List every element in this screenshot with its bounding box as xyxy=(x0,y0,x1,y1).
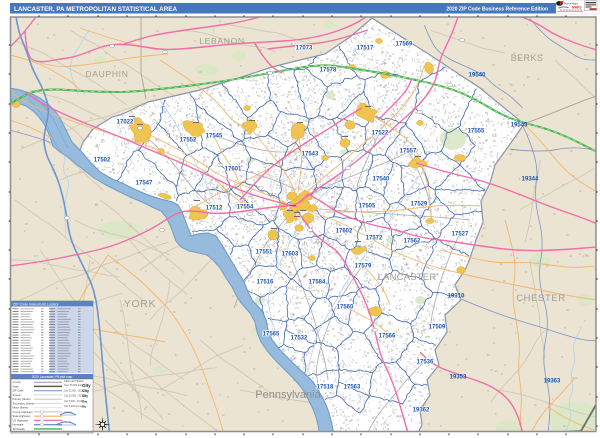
svg-text:17545: 17545 xyxy=(206,133,223,139)
svg-text:City: City xyxy=(82,394,88,398)
svg-text:LEBANON: LEBANON xyxy=(199,36,245,46)
svg-text:17073: 17073 xyxy=(296,45,313,51)
svg-text:State: State xyxy=(13,384,20,388)
svg-text:17502: 17502 xyxy=(94,157,111,163)
svg-text:Overpass: Overpass xyxy=(64,412,73,414)
svg-text:17579: 17579 xyxy=(355,263,372,269)
svg-text:17569: 17569 xyxy=(396,41,413,47)
svg-text:19543: 19543 xyxy=(511,122,528,128)
svg-text:BERKS: BERKS xyxy=(511,53,544,63)
svg-text:17572: 17572 xyxy=(366,235,383,241)
svg-text:19540: 19540 xyxy=(469,72,486,78)
svg-text:19362: 19362 xyxy=(413,407,430,413)
svg-text:17540: 17540 xyxy=(373,176,390,182)
svg-text:2020 Lancaster, PA plot map: 2020 Lancaster, PA plot map xyxy=(32,375,73,379)
svg-text:State Highways: State Highways xyxy=(13,414,32,418)
svg-text:MAPS: MAPS xyxy=(572,5,582,9)
svg-text:Secondary Streets: Secondary Streets xyxy=(13,401,35,405)
svg-text:17509: 17509 xyxy=(429,324,446,330)
svg-text:Underpass: Underpass xyxy=(61,421,71,423)
svg-text:17557: 17557 xyxy=(400,148,417,154)
svg-text:YORK: YORK xyxy=(124,298,156,310)
svg-text:Primary Streets: Primary Streets xyxy=(13,397,32,401)
svg-text:LANCASTER, PA METROPOLITAN STA: LANCASTER, PA METROPOLITAN STATISTICAL A… xyxy=(14,6,177,13)
svg-text:City: City xyxy=(82,383,91,388)
svg-text:Minor Streets: Minor Streets xyxy=(13,406,29,410)
svg-text:ZIP Code Index/Grid Locator: ZIP Code Index/Grid Locator xyxy=(13,302,59,306)
svg-text:17566: 17566 xyxy=(379,333,396,339)
svg-text:LANCASTER: LANCASTER xyxy=(378,272,437,283)
svg-text:City: City xyxy=(82,399,88,403)
svg-text:19353: 19353 xyxy=(450,374,467,380)
svg-text:19344: 19344 xyxy=(522,176,539,182)
svg-text:17555: 17555 xyxy=(468,128,485,134)
svg-text:17602: 17602 xyxy=(336,228,353,234)
svg-text:City: City xyxy=(82,389,90,393)
svg-text:17536: 17536 xyxy=(417,359,434,365)
svg-text:19310: 19310 xyxy=(448,293,465,299)
svg-text:17517: 17517 xyxy=(357,45,374,51)
svg-text:17603: 17603 xyxy=(282,251,299,257)
svg-text:17560: 17560 xyxy=(337,304,354,310)
svg-text:Toll Roads: Toll Roads xyxy=(13,427,26,431)
svg-text:17547: 17547 xyxy=(136,180,153,186)
svg-text:17551: 17551 xyxy=(256,249,273,255)
svg-text:County Highways: County Highways xyxy=(13,410,34,414)
svg-text:17578: 17578 xyxy=(320,67,337,73)
svg-text:17522: 17522 xyxy=(372,130,389,136)
svg-text:ZIP Code: ZIP Code xyxy=(13,389,24,393)
svg-text:17565: 17565 xyxy=(263,331,280,337)
svg-text:CHESTER: CHESTER xyxy=(516,293,566,304)
svg-text:17527: 17527 xyxy=(452,231,469,237)
svg-text:2020 ZIP Code Business Referen: 2020 ZIP Code Business Reference Edition xyxy=(446,7,548,13)
svg-text:17529: 17529 xyxy=(411,201,428,207)
svg-text:Pennsylvania: Pennsylvania xyxy=(255,389,321,401)
svg-text:17563: 17563 xyxy=(344,384,361,390)
svg-text:17584: 17584 xyxy=(309,279,326,285)
svg-text:DAUPHIN: DAUPHIN xyxy=(85,69,128,79)
svg-text:County: County xyxy=(13,380,22,384)
svg-text:Interstate: Interstate xyxy=(13,423,24,427)
svg-text:17552: 17552 xyxy=(180,137,197,143)
svg-text:19363: 19363 xyxy=(544,378,561,384)
svg-text:17554: 17554 xyxy=(237,204,254,210)
svg-text:17543: 17543 xyxy=(302,151,319,157)
svg-text:Streets: Streets xyxy=(13,393,22,397)
svg-text:17512: 17512 xyxy=(206,205,223,211)
svg-text:17532: 17532 xyxy=(291,335,308,341)
svg-text:US Highways: US Highways xyxy=(13,418,29,422)
svg-text:City: City xyxy=(82,406,87,409)
svg-text:17516: 17516 xyxy=(257,279,274,285)
svg-text:17601: 17601 xyxy=(225,166,242,172)
svg-text:17562: 17562 xyxy=(404,238,421,244)
svg-text:17505: 17505 xyxy=(359,203,376,209)
svg-text:17022: 17022 xyxy=(117,119,134,125)
